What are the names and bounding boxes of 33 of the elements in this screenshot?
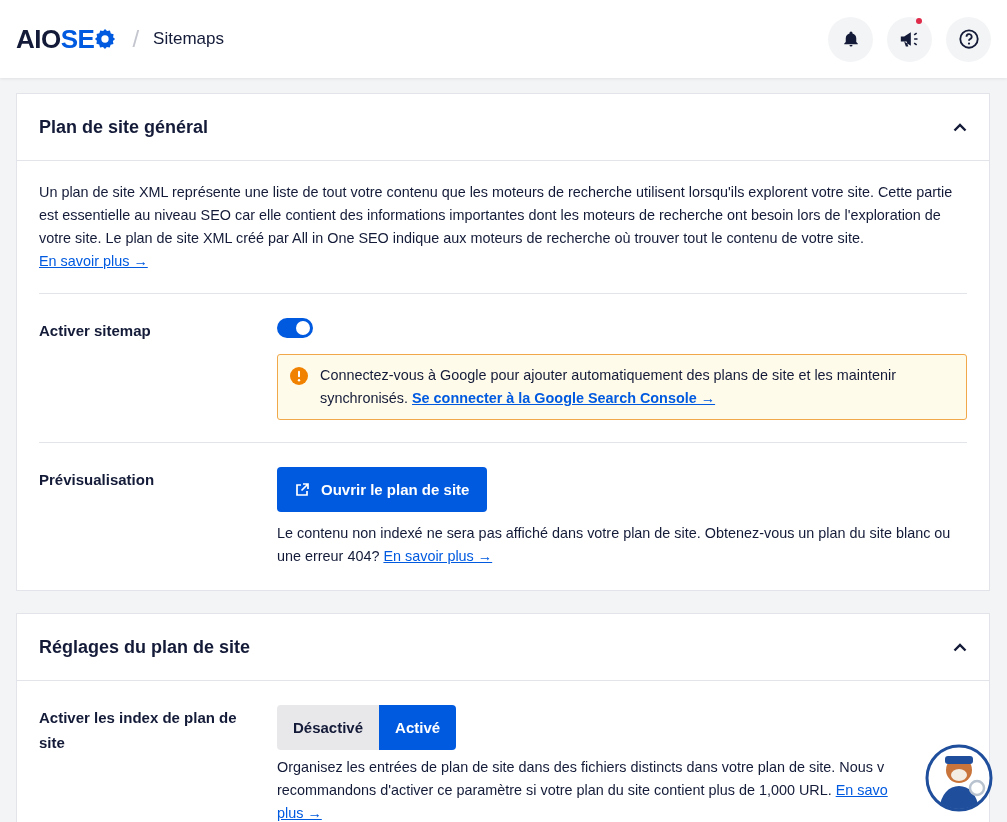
- notifications-button[interactable]: [828, 16, 873, 62]
- toggle-switch[interactable]: [277, 318, 313, 338]
- help-text: Le contenu non indexé ne sera pas affiché dans votre plan de site. Obtenez-vous un plan du site blanc ou une erreur 404? En savoir plus →: [277, 524, 952, 566]
- option-button[interactable]: Activé: [379, 705, 457, 750]
- aioseo-logo: AIOSE: [16, 23, 117, 55]
- help-text: recommandons d'activer ce paramètre si votre plan du site contient plus de 1,000 URL.: [277, 782, 833, 798]
- learn-more-link[interactable]: En savoir plus →: [383, 548, 493, 564]
- page-title: Sitemaps: [153, 29, 224, 49]
- setting-label: Activer les index de plan de site: [39, 708, 238, 753]
- help-text: Organisez les entrées de plan de site dans des fichiers distincts dans votre plan de site. Nous v: [277, 759, 885, 775]
- section-description: Un plan de site XML représente une liste de tout votre contenu que les moteurs de recherche utilisent lorsqu'ils explorent votre site. Cette partie est essentielle au niveau SEO car elle contient des informations importantes dont les moteurs de recherche ont besoin lors de l'exploration de votre site. Le plan de site XML créé par All in One SEO indique aux moteurs de recherche où trouver tout le contenu de votre site. En savoir plus →: [39, 161, 967, 294]
- announcements-button[interactable]: [887, 16, 932, 62]
- learn-more-link[interactable]: En savo: [835, 782, 888, 798]
- notice-text: Connectez-vous à Google pour ajouter automatiquement des plans de site et les maintenir synchronisés. Se connecter à la Google Search Console →: [320, 366, 897, 408]
- bell-icon: [841, 30, 860, 48]
- search-console-link[interactable]: Se connecter à la Google Search Console →: [412, 390, 716, 406]
- help-icon: [957, 28, 980, 50]
- option-button[interactable]: Désactivé: [277, 705, 380, 750]
- chevron-icon[interactable]: [953, 642, 967, 652]
- gear-icon: [94, 28, 117, 50]
- setting-label: Activer sitemap: [39, 321, 152, 341]
- section-title: Réglages du plan de site: [39, 636, 251, 658]
- breadcrumb-separator: /: [132, 25, 140, 53]
- help-button[interactable]: [946, 16, 991, 62]
- section-title: Plan de site général: [39, 116, 209, 138]
- warning-icon: [290, 367, 308, 385]
- setting-label: Prévisualisation: [39, 470, 156, 490]
- learn-more-link[interactable]: plus →: [277, 805, 322, 821]
- chevron-icon[interactable]: [953, 122, 967, 132]
- learn-more-link[interactable]: En savoir plus →: [39, 253, 148, 269]
- open-sitemap-button[interactable]: Ouvrir le plan de site: [277, 467, 488, 512]
- new-indicator: [916, 17, 922, 24]
- external-link-icon: [295, 482, 309, 497]
